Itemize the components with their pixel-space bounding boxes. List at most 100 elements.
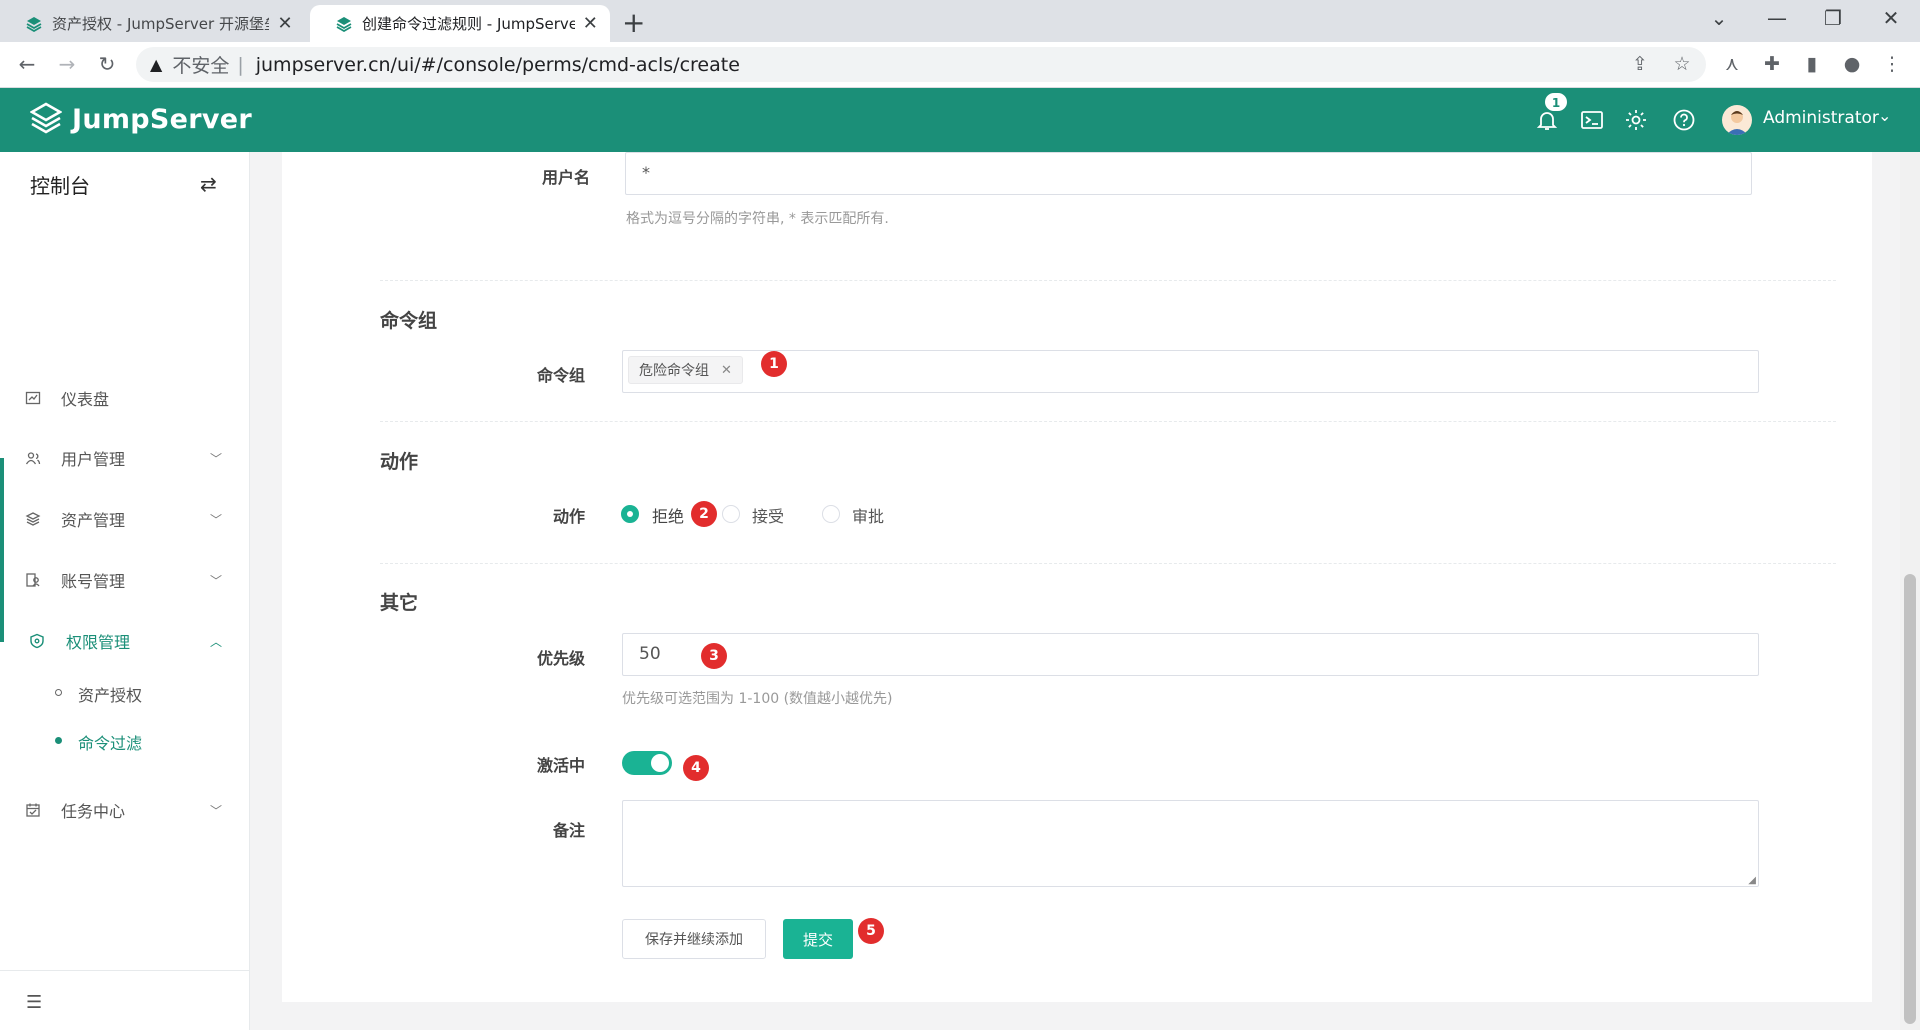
tag-label: 危险命令组: [639, 363, 709, 379]
sidebar-item-label: 权限管理: [66, 633, 131, 652]
active-toggle[interactable]: [622, 751, 672, 775]
jumpserver-favicon: [336, 17, 352, 32]
new-tab-icon[interactable]: +: [622, 6, 645, 39]
forward-arrow-icon[interactable]: →: [54, 52, 80, 76]
profile-icon[interactable]: ●: [1840, 53, 1864, 77]
page-scrollbar-thumb[interactable]: [1904, 574, 1916, 1024]
browser-tab-create-cmd-acl[interactable]: 创建命令过滤规则 - JumpServer ✕: [310, 5, 610, 42]
tab-search-chevron-icon[interactable]: ⌄: [1704, 6, 1734, 30]
bookmark-star-icon[interactable]: ☆: [1670, 53, 1694, 77]
priority-value: 50: [639, 644, 661, 664]
tab-title: 创建命令过滤规则 - JumpServer: [362, 15, 575, 33]
chevron-down-icon[interactable]: ⌄: [1878, 106, 1891, 125]
sidebar-subitem-asset-perms[interactable]: 资产授权: [0, 673, 250, 713]
sidebar-item-label: 资产管理: [61, 511, 126, 530]
section-divider: [380, 421, 1836, 422]
tab-close-icon[interactable]: ✕: [277, 13, 293, 34]
section-divider: [380, 563, 1836, 564]
collapse-sidebar-icon[interactable]: ☰: [26, 992, 42, 1013]
submit-button[interactable]: 提交: [783, 919, 853, 959]
step-marker-1: 1: [761, 351, 787, 377]
sidebar-item-users[interactable]: 用户管理 ﹀: [0, 434, 250, 482]
chevron-down-icon: ﹀: [210, 803, 223, 818]
security-label: 不安全: [172, 55, 230, 77]
sidebar-item-label: 用户管理: [61, 450, 126, 469]
priority-input[interactable]: 50: [622, 633, 1759, 676]
back-arrow-icon[interactable]: ←: [14, 52, 40, 76]
browser-tab-asset-perms[interactable]: 资产授权 - JumpServer 开源堡垒 ✕: [0, 5, 305, 42]
chevron-up-icon: ︿: [210, 634, 223, 649]
sidebar-item-permissions[interactable]: 权限管理 ︿: [0, 617, 250, 665]
calendar-icon: [26, 803, 40, 817]
sidebar-item-accounts[interactable]: 账号管理 ﹀: [0, 556, 250, 604]
window-close-icon[interactable]: ✕: [1876, 6, 1906, 30]
cmd-group-select[interactable]: [622, 350, 1759, 393]
avatar[interactable]: [1722, 105, 1752, 135]
side-panel-icon[interactable]: ▮: [1800, 53, 1824, 77]
sidebar-item-assets[interactable]: 资产管理 ﹀: [0, 495, 250, 543]
priority-label: 优先级: [536, 649, 585, 668]
sidebar-subitem-cmd-filter[interactable]: 命令过滤: [0, 721, 250, 761]
terminal-icon[interactable]: [1580, 108, 1604, 132]
jumpserver-logo-icon: [30, 102, 62, 134]
sidebar-subitem-label: 命令过滤: [78, 734, 143, 753]
username-input[interactable]: *: [625, 152, 1752, 195]
restore-icon[interactable]: ❐: [1818, 6, 1848, 30]
layers-icon: [25, 512, 41, 526]
sidebar-divider: [0, 970, 250, 971]
radio-accept[interactable]: [722, 505, 740, 523]
chevron-down-icon: ﹀: [210, 451, 223, 466]
radio-deny-label[interactable]: 拒绝: [652, 503, 684, 527]
tab-close-icon[interactable]: ✕: [583, 13, 598, 34]
sidebar-item-dashboard[interactable]: 仪表盘: [0, 374, 250, 422]
users-icon: [25, 452, 41, 465]
url-text: jumpserver.cn/ui/#/console/perms/cmd-acl…: [255, 53, 740, 76]
radio-review[interactable]: [822, 505, 840, 523]
priority-hint: 优先级可选范围为 1-100 (数值越小越优先): [622, 691, 893, 707]
url-omnibox[interactable]: ▲ 不安全 | jumpserver.cn/ui/#/console/perms…: [136, 47, 1706, 82]
sidebar: 控制台 ⇄ 仪表盘 用户管理 ﹀ 资产管理 ﹀ 账号管理 ﹀ 权限管理 ︿ 资产…: [0, 152, 250, 1030]
omnibox-separator: |: [237, 53, 244, 76]
comment-textarea[interactable]: ◢: [622, 800, 1759, 887]
radio-accept-label[interactable]: 接受: [752, 503, 784, 527]
section-title-action: 动作: [380, 451, 419, 473]
gear-icon[interactable]: [1624, 108, 1648, 132]
action-label: 动作: [552, 507, 585, 526]
user-avatar-icon: [1726, 111, 1748, 135]
extension-icon[interactable]: ⋏: [1720, 53, 1744, 77]
section-title-other: 其它: [380, 592, 419, 614]
sidebar-item-label: 账号管理: [61, 572, 126, 591]
share-icon[interactable]: ⇪: [1628, 53, 1652, 77]
resize-handle-icon[interactable]: ◢: [1748, 875, 1756, 886]
sidebar-item-tasks[interactable]: 任务中心 ﹀: [0, 786, 250, 834]
warning-triangle-icon: ▲: [150, 55, 163, 74]
logo[interactable]: JumpServer: [30, 102, 252, 136]
switch-view-icon[interactable]: ⇄: [200, 172, 217, 196]
username-hint: 格式为逗号分隔的字符串, * 表示匹配所有.: [626, 211, 889, 227]
address-bar: ← → ↻ ▲ 不安全 | jumpserver.cn/ui/#/console…: [0, 42, 1920, 88]
step-marker-2: 2: [691, 501, 717, 527]
account-icon: [26, 573, 40, 587]
step-marker-4: 4: [683, 755, 709, 781]
help-icon[interactable]: [1672, 108, 1696, 132]
app-header: JumpServer 1 Administrator ⌄: [0, 88, 1920, 152]
logo-text: JumpServer: [72, 103, 253, 135]
radio-review-label[interactable]: 审批: [852, 503, 884, 527]
radio-deny[interactable]: [621, 505, 639, 523]
active-group-indicator: [0, 458, 4, 642]
puzzle-extensions-icon[interactable]: ✚: [1760, 53, 1784, 77]
active-label: 激活中: [536, 756, 585, 775]
browser-menu-icon[interactable]: ⋮: [1880, 53, 1904, 77]
minimize-icon[interactable]: —: [1762, 6, 1792, 30]
user-name[interactable]: Administrator: [1763, 108, 1879, 128]
username-label: 用户名: [541, 168, 590, 187]
shield-icon: [30, 633, 44, 649]
step-marker-3: 3: [701, 643, 727, 669]
chevron-down-icon: ﹀: [210, 573, 223, 588]
sidebar-title: 控制台: [30, 174, 90, 198]
tag-close-icon[interactable]: ✕: [721, 363, 732, 378]
save-continue-button[interactable]: 保存并继续添加: [622, 919, 766, 959]
reload-icon[interactable]: ↻: [94, 52, 120, 76]
section-divider: [380, 280, 1836, 281]
browser-tab-bar: 资产授权 - JumpServer 开源堡垒 ✕ 创建命令过滤规则 - Jump…: [0, 0, 1920, 42]
